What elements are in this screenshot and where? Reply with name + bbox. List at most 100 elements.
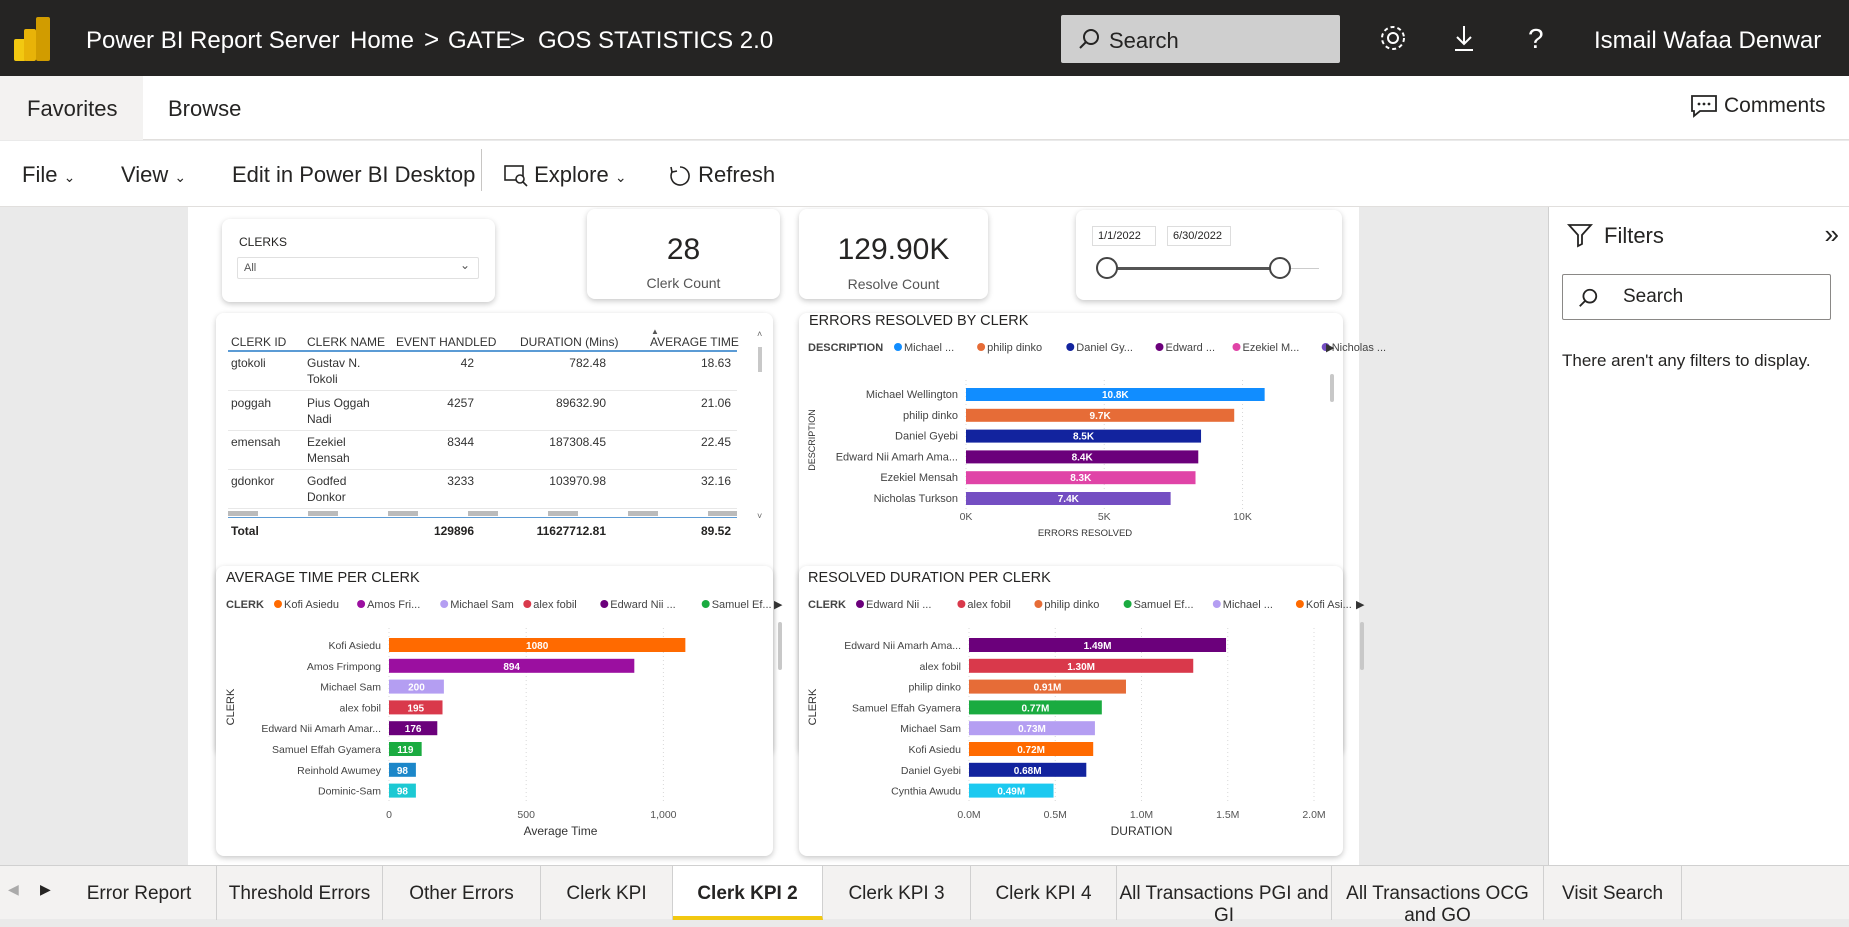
collapse-filters-icon[interactable]: » (1825, 219, 1839, 250)
chevron-down-icon: ⌄ (63, 169, 76, 185)
nav-favorites[interactable]: Favorites (0, 76, 143, 140)
date-range-slicer: 1/1/2022 6/30/2022 (1076, 210, 1342, 300)
explore-label: Explore (534, 162, 609, 187)
search-input[interactable]: Search (1061, 15, 1340, 63)
resolved-duration-chart (799, 566, 1343, 856)
filters-search-input[interactable]: Search (1562, 274, 1831, 320)
view-menu[interactable]: View ⌄ (121, 162, 186, 188)
toolbar: File ⌄ View ⌄ Edit in Power BI Desktop E… (0, 141, 1849, 207)
filter-icon (1567, 224, 1593, 248)
cell-avg: 32.16 (700, 474, 731, 488)
cell-clerk-name: Pius Oggah (307, 396, 370, 410)
slicer-value: All (244, 262, 257, 274)
search-icon (1079, 29, 1099, 49)
clerks-slicer: CLERKS All ⌄ (222, 219, 495, 302)
app-name[interactable]: Power BI Report Server (86, 27, 339, 55)
col-header-event-handled[interactable]: EVENT HANDLED (396, 335, 496, 349)
kpi-card-resolve-count: 129.90K Resolve Count (799, 209, 988, 299)
total-duration: 11627712.81 (536, 524, 606, 538)
refresh-label: Refresh (698, 162, 776, 187)
breadcrumb-report: GOS STATISTICS 2.0 (538, 27, 774, 54)
user-name[interactable]: Ismail Wafaa Denwar (1594, 27, 1821, 55)
slicer-title: CLERKS (239, 235, 288, 249)
breadcrumb-folder[interactable]: GATE (448, 27, 512, 55)
tab-error-report[interactable]: Error Report (62, 866, 217, 920)
edit-in-desktop-button[interactable]: Edit in Power BI Desktop (232, 162, 475, 188)
col-header-clerk-name[interactable]: CLERK NAME (307, 335, 385, 349)
power-bi-logo-icon[interactable] (14, 17, 54, 61)
breadcrumb-home[interactable]: Home (350, 27, 414, 55)
cell-duration: 103970.98 (549, 474, 606, 488)
cell-avg: 22.45 (700, 435, 731, 449)
cell-events: 42 (460, 356, 474, 370)
chevron-down-icon: ⌄ (459, 258, 470, 272)
cell-duration: 187308.45 (549, 435, 606, 449)
tab-scroll-left-icon[interactable]: ◀ (8, 881, 19, 898)
gear-icon[interactable] (1377, 22, 1409, 54)
filters-empty-text: There aren't any filters to display. (1562, 351, 1811, 370)
total-avg: 89.52 (700, 524, 731, 538)
cell-events: 4257 (447, 396, 474, 410)
table-row[interactable]: gdonkor Godfed Donkor 3233 103970.98 32.16 (228, 470, 737, 509)
file-menu[interactable]: File ⌄ (22, 162, 75, 188)
table-row[interactable]: poggah Pius Oggah Nadi 4257 89632.90 21.06 (228, 392, 737, 431)
refresh-button[interactable]: Refresh (668, 162, 775, 188)
tab-clerk-kpi-3[interactable]: Clerk KPI 3 (823, 866, 971, 920)
slicer-dropdown[interactable]: All ⌄ (237, 257, 479, 279)
toolbar-divider (481, 149, 482, 191)
tab-clerk-kpi[interactable]: Clerk KPI (541, 866, 673, 920)
cell-duration: 89632.90 (555, 396, 606, 410)
cell-clerk-name: Nadi (307, 412, 332, 426)
tab-clerk-kpi-2[interactable]: Clerk KPI 2 (673, 866, 823, 920)
scroll-down-icon[interactable]: ˅ (757, 511, 762, 521)
cell-clerk-id: gtokoli (231, 356, 266, 370)
cell-clerk-id: poggah (231, 396, 272, 410)
search-icon (1579, 288, 1598, 307)
table-row[interactable]: emensah Ezekiel Mensah 8344 187308.45 22.45 (228, 431, 737, 470)
cell-avg: 18.63 (700, 356, 731, 370)
tab-scroll-right-icon[interactable]: ▶ (40, 881, 51, 898)
tab-visit-search[interactable]: Visit Search (1544, 866, 1682, 920)
table-scrollbar[interactable]: ˄ ˅ (757, 329, 763, 521)
kpi-value: 129.90K (837, 233, 950, 266)
cell-clerk-name: Mensah (307, 451, 350, 465)
kpi-value: 28 (666, 233, 701, 266)
tab-threshold-errors[interactable]: Threshold Errors (217, 866, 383, 920)
filters-title: Filters (1604, 223, 1664, 248)
sort-asc-icon: ▲ (651, 327, 659, 336)
cell-clerk-name: Tokoli (307, 372, 338, 386)
kpi-label: Clerk Count (646, 275, 721, 291)
help-icon[interactable]: ? (1519, 22, 1551, 54)
col-header-clerk-id[interactable]: CLERK ID (231, 335, 286, 349)
cell-clerk-name: Godfed (307, 474, 347, 488)
download-icon[interactable] (1448, 22, 1480, 54)
view-label: View (121, 162, 169, 187)
tab-other-errors[interactable]: Other Errors (383, 866, 541, 920)
chevron-down-icon: ⌄ (174, 169, 187, 185)
tab-all-transactions-ocg-and-go[interactable]: All Transactions OCG and GO (1332, 866, 1544, 926)
average-time-chart (216, 566, 773, 856)
start-date-input[interactable]: 1/1/2022 (1092, 226, 1156, 246)
col-header-duration[interactable]: DURATION (Mins) (520, 335, 618, 349)
range-end-handle[interactable] (1269, 257, 1291, 279)
scroll-up-icon[interactable]: ˄ (757, 329, 762, 339)
total-events: 129896 (433, 524, 474, 538)
tab-all-transactions-pgi-and-gi[interactable]: All Transactions PGI and GI (1117, 866, 1332, 926)
col-header-average-time[interactable]: AVERAGE TIME (650, 335, 739, 349)
table-row[interactable]: gtokoli Gustav N. Tokoli 42 782.48 18.63 (228, 352, 737, 391)
cell-events: 3233 (447, 474, 474, 488)
refresh-icon (670, 166, 690, 186)
scroll-thumb[interactable] (758, 347, 762, 372)
range-start-handle[interactable] (1096, 257, 1118, 279)
end-date-input[interactable]: 6/30/2022 (1167, 226, 1231, 246)
explore-icon (504, 165, 528, 187)
comments-button[interactable]: Comments (1690, 94, 1826, 119)
file-label: File (22, 162, 58, 187)
chevron-down-icon: ⌄ (614, 169, 627, 185)
search-placeholder: Search (1109, 28, 1179, 53)
tab-clerk-kpi-4[interactable]: Clerk KPI 4 (971, 866, 1117, 920)
nav-browse[interactable]: Browse (168, 96, 241, 122)
explore-menu[interactable]: Explore ⌄ (504, 162, 627, 188)
cell-duration: 782.48 (569, 356, 606, 370)
kpi-card-clerk-count: 28 Clerk Count (587, 209, 780, 299)
